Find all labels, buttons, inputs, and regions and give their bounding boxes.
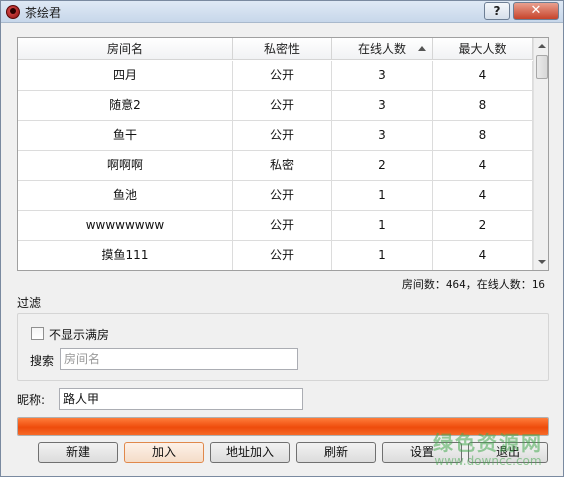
cell-room-name: 鱼池 (18, 181, 233, 210)
column-header-online-count[interactable]: 在线人数 (332, 38, 433, 60)
cell-privacy: 公开 (233, 121, 332, 150)
room-table[interactable]: 房间名 私密性 在线人数 最大人数 四月 公开 3 4 随意2 公开 3 8 鱼干 公开 3 8 啊啊啊… (17, 37, 549, 271)
sort-up-arrow-icon (418, 46, 426, 51)
filter-group: 不显示满房 搜索 房间名 (17, 313, 549, 381)
close-button[interactable]: ✕ (513, 2, 559, 20)
title-bar[interactable]: 茶绘君 ? ✕ (1, 1, 563, 23)
cell-online-count: 1 (332, 181, 433, 210)
scrollbar-thumb[interactable] (536, 55, 548, 79)
progress-bar-fill (18, 418, 548, 435)
address-join-button[interactable]: 地址加入 (210, 442, 290, 463)
nickname-label: 昵称: (17, 393, 46, 407)
table-row[interactable]: 四月 公开 3 4 (18, 61, 533, 91)
cell-online-count: 1 (332, 211, 433, 240)
table-row[interactable]: wwwwwwww 公开 1 2 (18, 211, 533, 241)
table-row[interactable]: 摸鱼111 公开 1 4 (18, 241, 533, 270)
search-label: 搜索 (30, 354, 55, 368)
table-row[interactable]: 鱼池 公开 1 4 (18, 181, 533, 211)
cell-online-count: 1 (332, 241, 433, 270)
cell-privacy: 公开 (233, 91, 332, 120)
join-button[interactable]: 加入 (124, 442, 204, 463)
filter-label: 过滤 (17, 296, 42, 310)
cell-privacy: 公开 (233, 241, 332, 270)
hide-full-checkbox[interactable] (31, 327, 44, 340)
cell-online-count: 3 (332, 61, 433, 90)
settings-button[interactable]: 设置 (382, 442, 462, 463)
new-room-button[interactable]: 新建 (38, 442, 118, 463)
vertical-scrollbar[interactable] (533, 38, 548, 270)
column-header-room-name[interactable]: 房间名 (18, 38, 233, 60)
column-header-label: 在线人数 (357, 42, 406, 56)
refresh-button[interactable]: 刷新 (296, 442, 376, 463)
progress-bar (17, 417, 549, 436)
cell-online-count: 3 (332, 91, 433, 120)
table-header: 房间名 私密性 在线人数 最大人数 (18, 38, 533, 60)
cell-privacy: 私密 (233, 151, 332, 180)
search-input[interactable]: 房间名 (60, 348, 298, 370)
cell-online-count: 2 (332, 151, 433, 180)
cell-privacy: 公开 (233, 211, 332, 240)
scroll-down-arrow-icon[interactable] (534, 254, 548, 270)
cell-max-count: 8 (433, 91, 533, 120)
cell-max-count: 4 (433, 181, 533, 210)
cell-room-name: 随意2 (18, 91, 233, 120)
column-header-max-count[interactable]: 最大人数 (433, 38, 533, 60)
cell-privacy: 公开 (233, 61, 332, 90)
hide-full-label[interactable]: 不显示满房 (49, 326, 109, 343)
column-header-privacy[interactable]: 私密性 (233, 38, 332, 60)
cell-max-count: 4 (433, 151, 533, 180)
cell-online-count: 3 (332, 121, 433, 150)
nickname-input[interactable]: 路人甲 (59, 388, 303, 410)
app-icon (6, 5, 20, 19)
scroll-up-arrow-icon[interactable] (534, 38, 548, 54)
table-row[interactable]: 鱼干 公开 3 8 (18, 121, 533, 151)
table-row[interactable]: 随意2 公开 3 8 (18, 91, 533, 121)
cell-privacy: 公开 (233, 181, 332, 210)
main-window: 茶绘君 ? ✕ 房间名 私密性 在线人数 最大人数 四月 公开 3 4 随意2 公开 3 8 鱼… (0, 0, 564, 477)
help-button[interactable]: ? (484, 2, 510, 20)
table-body: 四月 公开 3 4 随意2 公开 3 8 鱼干 公开 3 8 啊啊啊 私密 2 4 鱼池 公开 1 4 wwwwwwww… (18, 61, 533, 270)
cell-room-name: 摸鱼111 (18, 241, 233, 270)
cell-max-count: 2 (433, 211, 533, 240)
cell-room-name: 鱼干 (18, 121, 233, 150)
cell-room-name: 四月 (18, 61, 233, 90)
cell-max-count: 4 (433, 241, 533, 270)
room-stats: 房间数：464，在线人数：16 (401, 278, 545, 291)
table-row[interactable]: 啊啊啊 私密 2 4 (18, 151, 533, 181)
window-title: 茶绘君 (25, 6, 62, 20)
cell-room-name: 啊啊啊 (18, 151, 233, 180)
exit-button[interactable]: 退出 (468, 442, 548, 463)
cell-max-count: 8 (433, 121, 533, 150)
cell-max-count: 4 (433, 61, 533, 90)
cell-room-name: wwwwwwww (18, 211, 233, 240)
